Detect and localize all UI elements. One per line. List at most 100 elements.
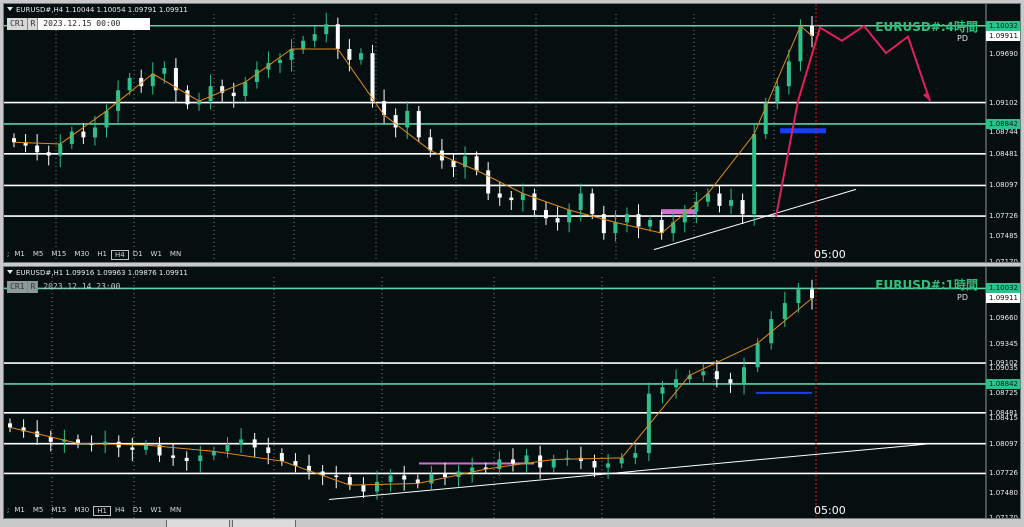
- candle-body: [301, 40, 306, 50]
- chart-tab[interactable]: [166, 520, 230, 527]
- candle-body: [601, 214, 606, 234]
- tf-button-h1[interactable]: H1: [93, 250, 111, 260]
- cr-button[interactable]: CR1: [7, 281, 29, 293]
- candle-body: [375, 481, 380, 492]
- collapse-triangle-icon[interactable]: [7, 7, 13, 11]
- candle-body: [613, 222, 618, 234]
- candle-body: [225, 445, 230, 452]
- candle-body: [486, 170, 491, 194]
- candle-body: [555, 218, 560, 223]
- candle-body: [775, 86, 780, 103]
- candle-body: [266, 447, 271, 454]
- collapse-triangle-icon[interactable]: [7, 270, 13, 274]
- candle-body: [544, 209, 548, 219]
- candle-body: [742, 367, 747, 384]
- tf-button-h4[interactable]: H4: [110, 250, 129, 260]
- candle-body: [69, 131, 74, 144]
- magenta-zone-box: [661, 209, 697, 215]
- candle-body: [578, 193, 583, 210]
- price-tick-label: 1.09690: [989, 49, 1018, 58]
- tf-button-h4[interactable]: H4: [111, 506, 129, 516]
- candle-body: [648, 219, 653, 227]
- candle-body: [728, 379, 733, 384]
- candle-body: [416, 110, 421, 138]
- candle-body: [470, 467, 475, 472]
- chart-panel-h1[interactable]: EURUSD#,H1 1.09916 1.09963 1.09876 1.099…: [3, 266, 1021, 519]
- candle-body: [46, 152, 51, 156]
- tf-button-mn[interactable]: MN: [166, 250, 185, 260]
- h1-datetime-box: CR1 R 2023.12.14 23:00: [7, 281, 150, 293]
- blue-zone-box: [780, 128, 826, 134]
- h1-datetime-field[interactable]: 2023.12.14 23:00: [38, 281, 150, 293]
- tf-button-m15[interactable]: M15: [47, 506, 70, 516]
- candle-body: [312, 34, 317, 41]
- projection-arrowhead: [923, 92, 930, 102]
- tf-button-m30[interactable]: M30: [70, 250, 93, 260]
- candle-body: [252, 439, 257, 448]
- candle-body: [729, 200, 734, 206]
- price-tick-label: 1.09660: [989, 314, 1018, 323]
- tf-button-m5[interactable]: M5: [29, 250, 48, 260]
- r-button[interactable]: R: [28, 281, 39, 293]
- h4-chart-canvas[interactable]: [4, 4, 1021, 263]
- tf-button-m30[interactable]: M30: [70, 506, 93, 516]
- chart-panel-h4[interactable]: EURUSD#,H4 1.10044 1.10054 1.09791 1.099…: [3, 3, 1021, 263]
- candle-body: [755, 343, 760, 368]
- candle-body: [278, 59, 282, 64]
- candle-body: [674, 379, 679, 388]
- r-button[interactable]: R: [28, 18, 39, 30]
- candle-body: [162, 68, 167, 74]
- candle-body: [130, 447, 135, 450]
- candle-body: [701, 371, 706, 376]
- tf-button-m1[interactable]: M1: [10, 506, 29, 516]
- tf-button-w1[interactable]: W1: [147, 506, 166, 516]
- candle-body: [239, 439, 244, 446]
- tf-button-h1[interactable]: H1: [93, 506, 111, 516]
- tf-button-d1[interactable]: D1: [129, 250, 147, 260]
- price-tick-label: 1.09102: [989, 98, 1018, 107]
- chart-tab[interactable]: [232, 520, 296, 527]
- candle-body: [127, 77, 132, 91]
- candle-body: [35, 145, 40, 153]
- candle-body: [388, 475, 393, 482]
- h4-symbol-header: EURUSD#,H4 1.10044 1.10054 1.09791 1.099…: [7, 6, 188, 14]
- candle-body: [143, 445, 148, 450]
- candle-body: [254, 69, 259, 83]
- candle-body: [428, 137, 433, 151]
- tf-button-m5[interactable]: M5: [29, 506, 48, 516]
- candle-body: [429, 473, 434, 484]
- price-tick-label: 1.08097: [989, 181, 1018, 190]
- h1-chart-title: EURUSD#:1時間: [875, 278, 978, 292]
- h4-header-text: EURUSD#,H4 1.10044 1.10054 1.09791 1.099…: [16, 6, 188, 14]
- h1-symbol-header: EURUSD#,H1 1.09916 1.09963 1.09876 1.099…: [7, 269, 188, 277]
- support-trendline: [328, 442, 935, 501]
- tf-button-m15[interactable]: M15: [47, 250, 70, 260]
- candle-body: [405, 110, 410, 128]
- candle-body: [335, 24, 340, 50]
- price-tick-label: 1.07485: [989, 231, 1018, 240]
- candle-body: [334, 475, 339, 478]
- magenta-zone-line: [419, 462, 534, 465]
- tf-button-d1[interactable]: D1: [129, 506, 147, 516]
- tf-button-w1[interactable]: W1: [147, 250, 166, 260]
- candle-body: [752, 134, 757, 215]
- h1-chart-canvas[interactable]: [4, 267, 1021, 519]
- candle-body: [185, 90, 190, 105]
- tf-button-m1[interactable]: M1: [10, 250, 29, 260]
- candle-body: [532, 193, 537, 210]
- blue-zone-line: [756, 391, 812, 394]
- price-tick-label: 1.08415: [989, 414, 1018, 423]
- candle-body: [92, 127, 97, 138]
- candle-body: [796, 289, 801, 304]
- price-tick-label: 1.07170: [989, 514, 1018, 519]
- candle-body: [740, 200, 745, 215]
- candle-body: [606, 463, 611, 468]
- price-tick-label: 1.09345: [989, 339, 1018, 348]
- candle-body: [810, 289, 814, 299]
- tf-button-mn[interactable]: MN: [166, 506, 185, 516]
- h4-datetime-field[interactable]: 2023.12.15 00:00: [38, 18, 151, 30]
- h4-chart-title: EURUSD#:4時間: [875, 20, 978, 34]
- candle-body: [243, 82, 248, 97]
- cr-button[interactable]: CR1: [7, 18, 29, 30]
- candle-body: [231, 92, 236, 97]
